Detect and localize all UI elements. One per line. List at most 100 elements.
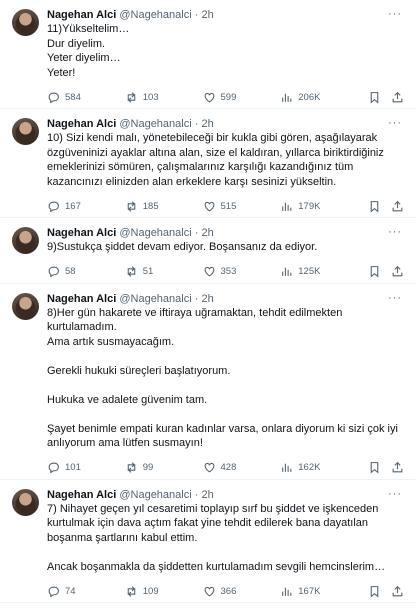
retweet-count: 51	[142, 266, 154, 277]
like-button[interactable]: 599	[203, 91, 281, 104]
retweet-count: 103	[142, 91, 159, 103]
retweet-icon	[127, 585, 136, 597]
like-button[interactable]: 515	[203, 200, 281, 213]
retweet-count: 99	[142, 462, 154, 473]
retweet-button[interactable]: 185	[125, 200, 203, 213]
retweet-icon	[127, 462, 136, 473]
author-handle[interactable]: @Nagehanalci	[119, 293, 191, 305]
more-icon[interactable]: ···	[388, 226, 402, 238]
action-bar: 101 99 428 162K	[47, 457, 404, 479]
bookmark-share-group	[358, 585, 404, 598]
more-icon[interactable]: ···	[388, 292, 402, 304]
avatar[interactable]	[12, 292, 39, 320]
avatar[interactable]	[12, 9, 39, 36]
avatar[interactable]	[12, 488, 39, 516]
share-icon[interactable]	[391, 265, 404, 278]
timestamp[interactable]: 2h	[201, 9, 213, 21]
like-button[interactable]: 428	[203, 461, 281, 474]
share-icon[interactable]	[391, 585, 404, 598]
tweet[interactable]: ··· Nagehan Alci @Nagehanalci · 2h 9)Sus…	[0, 218, 416, 284]
separator-dot: ·	[194, 118, 199, 130]
avatar[interactable]	[12, 118, 39, 145]
view-count: 167K	[298, 585, 321, 597]
timestamp[interactable]: 2h	[201, 227, 213, 239]
views-button[interactable]: 125K	[280, 265, 358, 278]
heart-icon	[204, 462, 214, 473]
author-name[interactable]: Nagehan Alci	[47, 293, 116, 305]
tweet-text: 10) Sizi kendi malı, yönetebileceği bir …	[47, 132, 384, 188]
bookmark-icon[interactable]	[368, 200, 381, 213]
more-icon[interactable]: ···	[388, 488, 402, 500]
tweet[interactable]: ··· Nagehan Alci @Nagehanalci · 2h 11)Yü…	[0, 0, 416, 109]
reply-count: 74	[65, 585, 76, 597]
heart-icon	[204, 266, 214, 277]
share-icon[interactable]	[391, 461, 404, 474]
like-count: 353	[220, 266, 237, 277]
timestamp[interactable]: 2h	[201, 489, 213, 501]
timestamp[interactable]: 2h	[201, 293, 213, 305]
author-name[interactable]: Nagehan Alci	[47, 9, 116, 21]
retweet-button[interactable]: 51	[125, 265, 203, 278]
retweet-count: 185	[142, 200, 159, 212]
views-button[interactable]: 179K	[280, 200, 358, 213]
bookmark-icon[interactable]	[368, 461, 381, 474]
bookmark-share-group	[358, 461, 404, 474]
bookmark-icon[interactable]	[368, 265, 381, 278]
action-bar: 74 109 366 167K	[47, 580, 404, 602]
like-button[interactable]: 353	[203, 265, 281, 278]
views-button[interactable]: 206K	[280, 91, 358, 104]
reply-button[interactable]: 584	[47, 91, 125, 104]
reply-icon	[48, 462, 59, 474]
reply-count: 101	[65, 462, 81, 473]
retweet-icon	[127, 200, 136, 212]
reply-button[interactable]: 74	[47, 585, 125, 598]
view-count: 125K	[298, 266, 321, 277]
reply-button[interactable]: 58	[47, 265, 125, 278]
reply-count: 167	[65, 200, 81, 212]
heart-icon	[204, 586, 214, 596]
more-icon[interactable]: ···	[388, 117, 402, 129]
author-handle[interactable]: @Nagehanalci	[119, 489, 191, 501]
views-icon	[282, 202, 292, 211]
bookmark-share-group	[358, 200, 404, 213]
heart-icon	[204, 92, 214, 102]
tweet[interactable]: ··· Nagehan Alci @Nagehanalci · 2h 8)Her…	[0, 284, 416, 480]
reply-button[interactable]: 167	[47, 200, 125, 213]
view-count: 206K	[298, 91, 321, 103]
author-handle[interactable]: @Nagehanalci	[119, 118, 191, 130]
author-handle[interactable]: @Nagehanalci	[119, 9, 191, 21]
tweet[interactable]: ··· Nagehan Alci @Nagehanalci · 2h 7) Ni…	[0, 480, 416, 603]
bookmark-icon[interactable]	[368, 91, 381, 104]
author-name[interactable]: Nagehan Alci	[47, 227, 116, 239]
timestamp[interactable]: 2h	[201, 118, 213, 130]
more-icon[interactable]: ···	[388, 8, 402, 20]
like-count: 428	[220, 462, 237, 473]
like-count: 599	[220, 91, 237, 103]
share-icon[interactable]	[391, 91, 404, 104]
tweet-text: 11)Yükseltelim… Dur diyelim. Yeter diyel…	[47, 23, 130, 79]
reply-button[interactable]: 101	[47, 461, 125, 474]
share-icon[interactable]	[391, 200, 404, 213]
author-name[interactable]: Nagehan Alci	[47, 489, 116, 501]
views-icon	[282, 93, 292, 102]
author-name[interactable]: Nagehan Alci	[47, 118, 116, 130]
action-bar: 167 185 515 179K	[47, 195, 404, 217]
author-handle[interactable]: @Nagehanalci	[119, 227, 191, 239]
views-button[interactable]: 162K	[280, 461, 358, 474]
retweet-button[interactable]: 99	[125, 461, 203, 474]
separator-dot: ·	[194, 9, 199, 21]
like-count: 366	[220, 585, 237, 597]
view-count: 162K	[298, 462, 321, 473]
tweet[interactable]: ··· Nagehan Alci @Nagehanalci · 2h 10) S…	[0, 109, 416, 218]
retweet-button[interactable]: 103	[125, 91, 203, 104]
like-button[interactable]: 366	[203, 585, 281, 598]
retweet-count: 109	[142, 585, 159, 597]
views-button[interactable]: 167K	[280, 585, 358, 598]
bookmark-icon[interactable]	[368, 585, 381, 598]
retweet-button[interactable]: 109	[125, 585, 203, 598]
heart-icon	[204, 201, 214, 211]
reply-icon	[48, 201, 59, 212]
retweet-icon	[127, 266, 136, 277]
views-icon	[282, 587, 292, 596]
avatar[interactable]	[12, 227, 39, 254]
